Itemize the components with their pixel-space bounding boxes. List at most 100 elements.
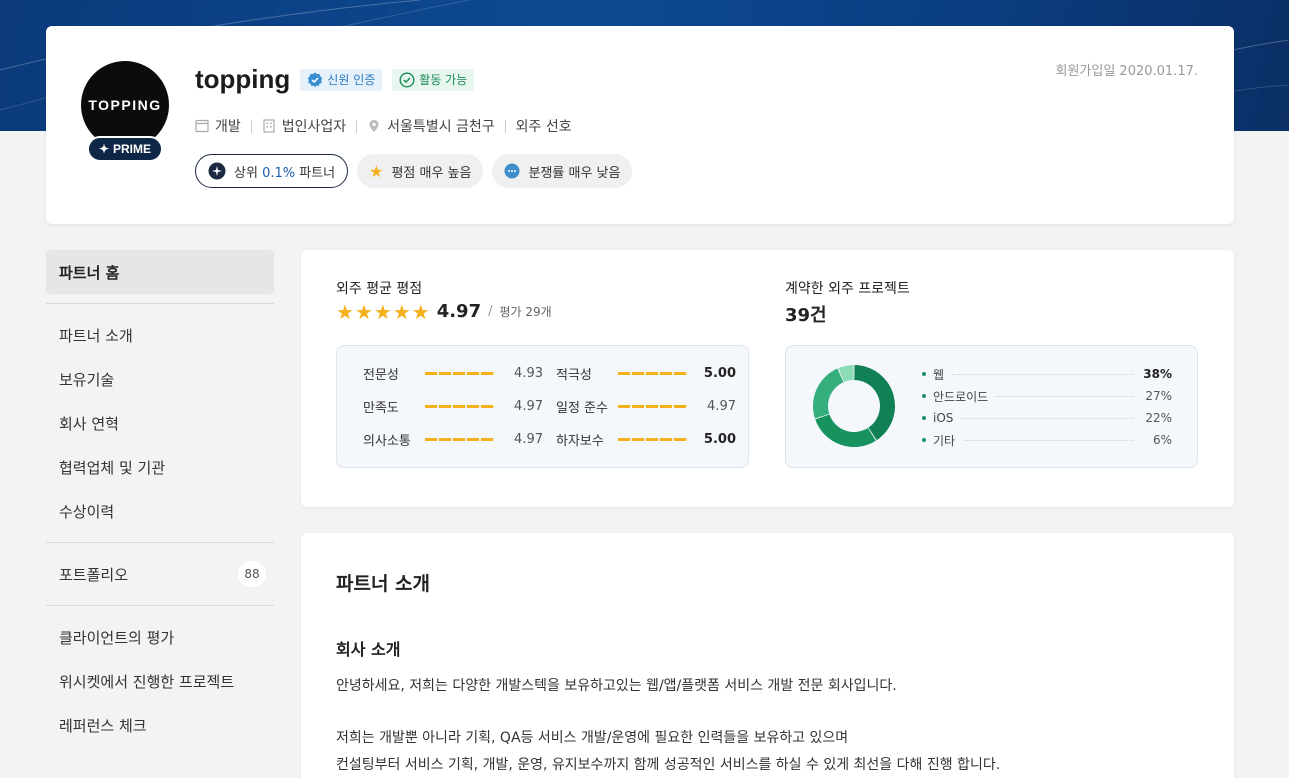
sidebar-item-label: 위시켓에서 진행한 프로젝트 xyxy=(59,672,235,691)
divider xyxy=(504,119,506,133)
star-icon: ★ xyxy=(336,299,354,324)
intro-paragraph: 안녕하세요, 저희는 다양한 개발스텍을 보유하고있는 웹/앱/플랫폼 서비스 … xyxy=(336,678,897,694)
score-label: 만족도 xyxy=(363,401,399,416)
sidebar-item-partner-home[interactable]: 파트너 홈 xyxy=(46,250,274,294)
availability-label: 활동 가능 xyxy=(419,73,468,87)
sidebar-item-client-reviews[interactable]: 클라이언트의 평가 xyxy=(46,615,274,659)
partner-intro-card: 파트너 소개 회사 소개 안녕하세요, 저희는 다양한 개발스텍을 보유하고있는… xyxy=(301,533,1234,778)
sidebar-item-history[interactable]: 회사 연혁 xyxy=(46,401,274,445)
legend-percent: 6% xyxy=(1152,433,1172,447)
rating-stars: ★ ★ ★ ★ ★ xyxy=(336,302,430,322)
legend-percent: 27% xyxy=(1145,389,1172,403)
legend-label: 웹 xyxy=(933,367,945,382)
legend-label: iOS xyxy=(933,411,954,425)
score-row: 만족도 4.97 xyxy=(363,397,543,416)
verified-badge: 신원 인증 xyxy=(300,68,383,91)
availability-badge: 활동 가능 xyxy=(392,68,475,91)
sidebar-divider xyxy=(46,605,274,606)
info-preference: 외주 선호 xyxy=(516,116,572,136)
rating-separator: / xyxy=(488,304,493,319)
check-circle-icon xyxy=(399,71,415,88)
score-label: 적극성 xyxy=(556,368,592,383)
section-subtitle: 회사 소개 xyxy=(336,640,401,659)
partner-profile-card: TOPPING ✦ PRIME topping 신원 인증 활동 가능 회원가입… xyxy=(46,26,1234,224)
dispute-chip: 분쟁률 매우 낮음 xyxy=(492,154,633,188)
rating-label: 외주 평균 평점 xyxy=(336,281,423,297)
score-value: 4.97 xyxy=(707,399,736,414)
rating-summary: ★ ★ ★ ★ ★ 4.97 / 평가 29개 xyxy=(336,301,552,322)
top-partner-chip: 상위 0.1% 파트너 xyxy=(195,154,349,188)
legend-percent: 38% xyxy=(1143,367,1172,381)
donut-slice-0 xyxy=(854,365,895,441)
donut-chart xyxy=(813,365,895,447)
sidebar-item-partner-intro[interactable]: 파트너 소개 xyxy=(46,313,274,357)
info-location: 서울특별시 금천구 xyxy=(367,116,495,136)
section-title: 파트너 소개 xyxy=(336,573,431,595)
score-value: 4.93 xyxy=(514,366,543,381)
sidebar-item-awards[interactable]: 수상이력 xyxy=(46,489,274,533)
project-type-chart: 웹 38% 안드로이드 27% iOS 22% 기타 6% xyxy=(785,345,1198,468)
intro-paragraph: 저희는 개발뿐 아니라 기획, QA등 서비스 개발/운영에 필요한 인력들을 … xyxy=(336,730,849,746)
score-bar xyxy=(618,438,688,441)
sidebar-item-portfolio[interactable]: 포트폴리오 88 xyxy=(46,552,274,596)
sidebar-item-label: 클라이언트의 평가 xyxy=(59,628,175,647)
window-icon xyxy=(195,119,209,133)
donut-slice-2 xyxy=(813,368,844,419)
sidebar-item-label: 파트너 홈 xyxy=(59,263,120,282)
info-category: 개발 xyxy=(195,116,241,136)
location-pin-icon xyxy=(369,120,379,132)
legend-leader xyxy=(952,373,1134,375)
building-icon xyxy=(263,119,275,133)
info-business-type: 법인사업자 xyxy=(262,116,346,136)
intro-paragraph: 컨설팅부터 서비스 기획, 개발, 운영, 유지보수까지 함께 성공적인 서비스… xyxy=(336,757,1001,773)
score-row: 의사소통 4.97 xyxy=(363,430,543,449)
sidebar-item-reference-check[interactable]: 레퍼런스 체크 xyxy=(46,703,274,747)
score-row: 하자보수 5.00 xyxy=(556,430,736,449)
info-category-label: 개발 xyxy=(215,119,241,135)
star-icon: ★ xyxy=(411,299,430,324)
avatar-logo-text: TOPPING xyxy=(88,97,162,113)
score-label: 전문성 xyxy=(363,368,399,383)
joined-date: 회원가입일 2020.01.17. xyxy=(1055,64,1199,79)
chat-bubble-icon xyxy=(504,163,520,179)
score-bar xyxy=(425,438,495,441)
stats-card: 외주 평균 평점 ★ ★ ★ ★ ★ 4.97 / 평가 29개 계약한 외주 … xyxy=(301,250,1234,507)
score-label: 일정 준수 xyxy=(556,401,608,416)
sparkle-icon xyxy=(208,162,226,180)
legend-bullet xyxy=(922,438,926,442)
verified-label: 신원 인증 xyxy=(327,73,376,87)
legend-leader xyxy=(996,395,1134,397)
prime-badge: ✦ PRIME xyxy=(87,136,163,162)
sidebar-item-partners[interactable]: 협력업체 및 기관 xyxy=(46,445,274,489)
sidebar-item-label: 레퍼런스 체크 xyxy=(59,716,147,735)
sidebar-item-label: 보유기술 xyxy=(59,370,115,389)
star-icon: ★ xyxy=(369,161,384,181)
rating-count: 평가 29개 xyxy=(499,305,552,319)
legend-bullet xyxy=(922,416,926,420)
legend-bullet xyxy=(922,372,926,376)
sidebar-item-skills[interactable]: 보유기술 xyxy=(46,357,274,401)
top-partner-label: 상위 0.1% 파트너 xyxy=(234,162,335,181)
score-bar xyxy=(618,372,688,375)
legend-percent: 22% xyxy=(1145,411,1172,425)
divider xyxy=(356,119,358,133)
sidebar-item-label: 포트폴리오 xyxy=(59,565,129,584)
legend-label: 안드로이드 xyxy=(933,389,989,404)
legend-label: 기타 xyxy=(933,433,956,448)
donut-slice-1 xyxy=(815,414,876,447)
divider xyxy=(250,119,252,133)
projects-count: 39건 xyxy=(785,305,827,326)
top-partner-prefix: 상위 xyxy=(234,165,263,181)
score-row: 전문성 4.93 xyxy=(363,364,543,383)
portfolio-count-badge: 88 xyxy=(238,561,266,587)
score-value: 4.97 xyxy=(514,399,543,414)
projects-label: 계약한 외주 프로젝트 xyxy=(785,281,910,297)
top-partner-value: 0.1% xyxy=(262,165,296,181)
chart-legend: 웹 38% 안드로이드 27% iOS 22% 기타 6% xyxy=(922,363,1172,451)
legend-item: 안드로이드 27% xyxy=(922,385,1172,407)
sidebar-item-wishket-projects[interactable]: 위시켓에서 진행한 프로젝트 xyxy=(46,659,274,703)
star-icon: ★ xyxy=(392,299,411,324)
score-label: 하자보수 xyxy=(556,434,604,449)
legend-leader xyxy=(963,439,1134,441)
score-row: 적극성 5.00 xyxy=(556,364,736,383)
